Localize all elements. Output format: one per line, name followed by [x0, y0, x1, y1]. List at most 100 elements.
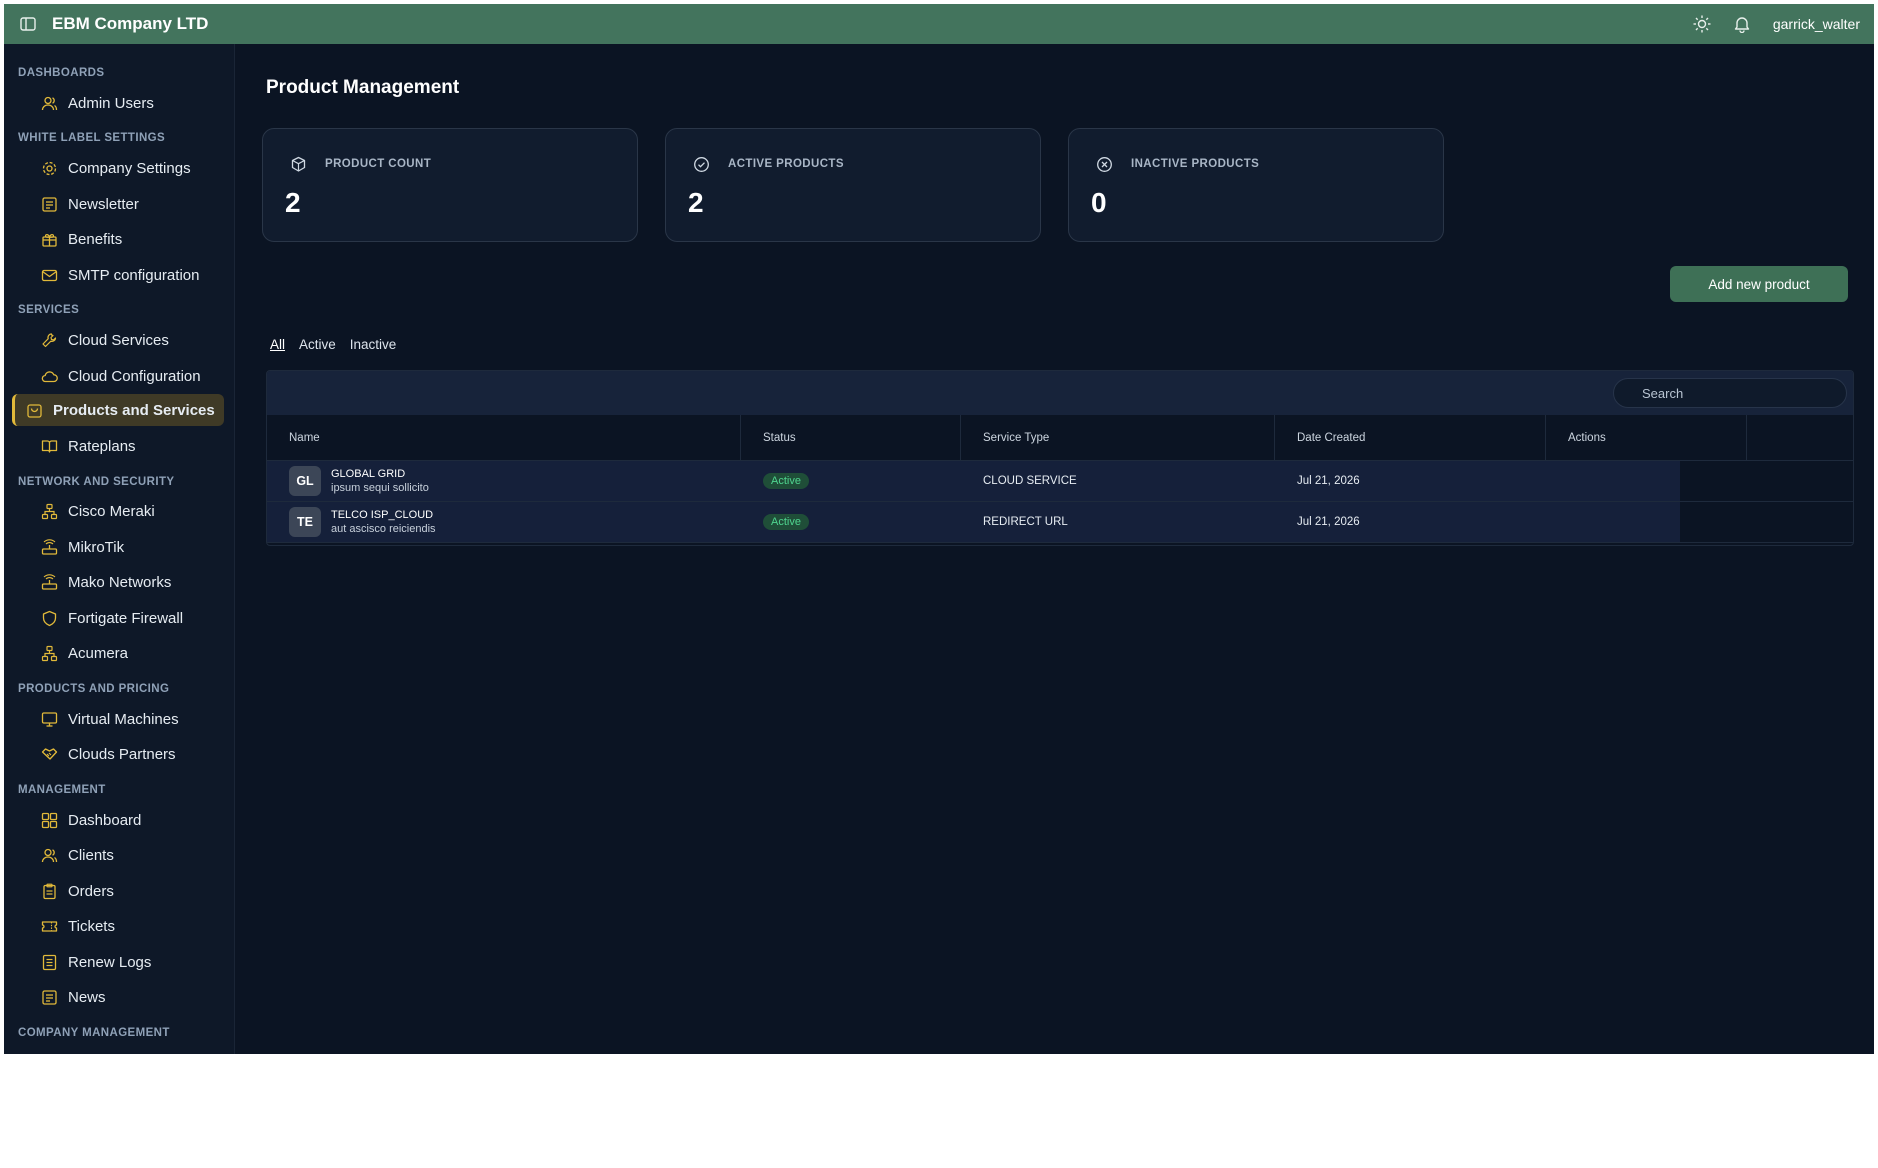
gear-icon [40, 159, 58, 177]
tab-inactive[interactable]: Inactive [350, 337, 397, 352]
stat-label: PRODUCT COUNT [325, 158, 432, 170]
cell-name: TE TELCO ISP_CLOUD aut ascisco reiciendi… [267, 502, 741, 542]
table-header: Name Status Service Type Date Created Ac… [267, 415, 1853, 461]
list-icon [40, 953, 58, 971]
mail-icon [40, 266, 58, 284]
sidebar-item-orders[interactable]: Orders [40, 875, 114, 907]
filter-tabs: All Active Inactive [270, 337, 410, 352]
sidebar-item-tickets[interactable]: Tickets [40, 910, 115, 942]
newspaper-icon [40, 988, 58, 1006]
sidebar-item-mako-networks[interactable]: Mako Networks [40, 566, 171, 598]
table-row[interactable]: GL GLOBAL GRID ipsum sequi sollicito Act… [267, 461, 1853, 502]
monitor-icon [40, 710, 58, 728]
table-toolbar [267, 371, 1853, 415]
stat-value: 2 [688, 187, 704, 218]
cell-name: GL GLOBAL GRID ipsum sequi sollicito [267, 461, 741, 501]
sidebar-item-products-and-services[interactable]: Products and Services [12, 394, 224, 426]
router-icon [40, 538, 58, 556]
cell-status: Active [763, 502, 809, 542]
book-icon [40, 437, 58, 455]
product-name: GLOBAL GRID [331, 468, 406, 480]
sidebar-item-virtual-machines[interactable]: Virtual Machines [40, 703, 179, 735]
product-name: TELCO ISP_CLOUD [331, 509, 434, 521]
check-circle-icon [692, 155, 710, 173]
search-input[interactable] [1613, 378, 1847, 408]
sidebar-item-rateplans[interactable]: Rateplans [40, 430, 136, 462]
avatar: GL [289, 466, 321, 496]
tab-active[interactable]: Active [299, 337, 336, 352]
header-actions: garrick_walter [1673, 13, 1860, 35]
column-header-date-created[interactable]: Date Created [1275, 415, 1546, 460]
handshake-icon [40, 745, 58, 763]
sidebar-item-company-settings[interactable]: Company Settings [40, 152, 191, 184]
users-icon [40, 94, 58, 112]
network-icon [40, 644, 58, 662]
ticket-icon [40, 917, 58, 935]
blank-area [0, 1054, 1878, 1168]
stat-value: 2 [285, 187, 301, 218]
column-header-actions: Actions [1546, 415, 1747, 460]
table-row[interactable]: TE TELCO ISP_CLOUD aut ascisco reiciendi… [267, 502, 1853, 543]
section-title-management: MANAGEMENT [18, 784, 106, 796]
sidebar-item-cloud-configuration[interactable]: Cloud Configuration [40, 360, 201, 392]
top-bar: EBM Company LTD garrick_walter [4, 4, 1874, 44]
cell-date-created: Jul 21, 2026 [1297, 475, 1360, 487]
sidebar-item-admin-users[interactable]: Admin Users [40, 87, 154, 119]
sidebar-item-acumera[interactable]: Acumera [40, 637, 128, 669]
newspaper-icon [40, 195, 58, 213]
stat-card-inactive-products: INACTIVE PRODUCTS 0 [1068, 128, 1444, 242]
username[interactable]: garrick_walter [1773, 16, 1860, 32]
product-description: ipsum sequi sollicito [331, 482, 429, 494]
sidebar: DASHBOARDS Admin Users WHITE LABEL SETTI… [4, 44, 235, 1054]
status-badge: Active [763, 473, 809, 489]
sun-icon[interactable] [1691, 13, 1713, 35]
users-icon [40, 846, 58, 864]
section-title-network-security: NETWORK AND SECURITY [18, 476, 175, 488]
clipboard-icon [40, 882, 58, 900]
tab-all[interactable]: All [270, 337, 285, 352]
stat-label: INACTIVE PRODUCTS [1131, 158, 1260, 170]
sidebar-item-news[interactable]: News [40, 981, 106, 1013]
section-title-company-management: COMPANY MANAGEMENT [18, 1027, 170, 1039]
app-window: EBM Company LTD garrick_walter DASHBOARD… [4, 4, 1874, 1054]
gift-icon [40, 230, 58, 248]
sidebar-item-fortigate-firewall[interactable]: Fortigate Firewall [40, 602, 183, 634]
add-new-product-button[interactable]: Add new product [1670, 266, 1848, 302]
sidebar-item-benefits[interactable]: Benefits [40, 223, 122, 255]
stat-value: 0 [1091, 187, 1107, 218]
bell-icon[interactable] [1731, 13, 1753, 35]
product-description: aut ascisco reiciendis [331, 523, 436, 535]
sidebar-item-newsletter[interactable]: Newsletter [40, 188, 139, 220]
cell-service-type: REDIRECT URL [983, 516, 1068, 528]
sidebar-item-mikrotik[interactable]: MikroTik [40, 531, 124, 563]
sidebar-item-cisco-meraki[interactable]: Cisco Meraki [40, 495, 155, 527]
sidebar-item-cloud-services[interactable]: Cloud Services [40, 324, 169, 356]
status-badge: Active [763, 514, 809, 530]
cell-status: Active [763, 461, 809, 501]
bag-icon [25, 401, 43, 419]
cloud-icon [40, 367, 58, 385]
cell-date-created: Jul 21, 2026 [1297, 516, 1360, 528]
section-title-services: SERVICES [18, 304, 80, 316]
products-table: Name Status Service Type Date Created Ac… [266, 370, 1854, 546]
router-icon [40, 573, 58, 591]
column-header-status[interactable]: Status [741, 415, 961, 460]
section-title-white-label: WHITE LABEL SETTINGS [18, 132, 166, 144]
sidebar-toggle-icon[interactable] [18, 14, 38, 34]
sidebar-item-clients[interactable]: Clients [40, 839, 114, 871]
app-title: EBM Company LTD [52, 14, 209, 33]
main-content: Product Management PRODUCT COUNT 2 ACTIV… [234, 44, 1874, 1054]
sidebar-item-smtp-configuration[interactable]: SMTP configuration [40, 259, 199, 291]
sidebar-item-dashboard[interactable]: Dashboard [40, 804, 141, 836]
grid-icon [40, 811, 58, 829]
column-header-service-type[interactable]: Service Type [961, 415, 1275, 460]
column-header-name[interactable]: Name [267, 415, 741, 460]
stat-card-product-count: PRODUCT COUNT 2 [262, 128, 638, 242]
sidebar-item-renew-logs[interactable]: Renew Logs [40, 946, 151, 978]
sidebar-item-clouds-partners[interactable]: Clouds Partners [40, 738, 176, 770]
section-title-products-pricing: PRODUCTS AND PRICING [18, 683, 170, 695]
network-icon [40, 502, 58, 520]
avatar: TE [289, 507, 321, 537]
package-icon [289, 155, 307, 173]
stat-label: ACTIVE PRODUCTS [728, 158, 844, 170]
